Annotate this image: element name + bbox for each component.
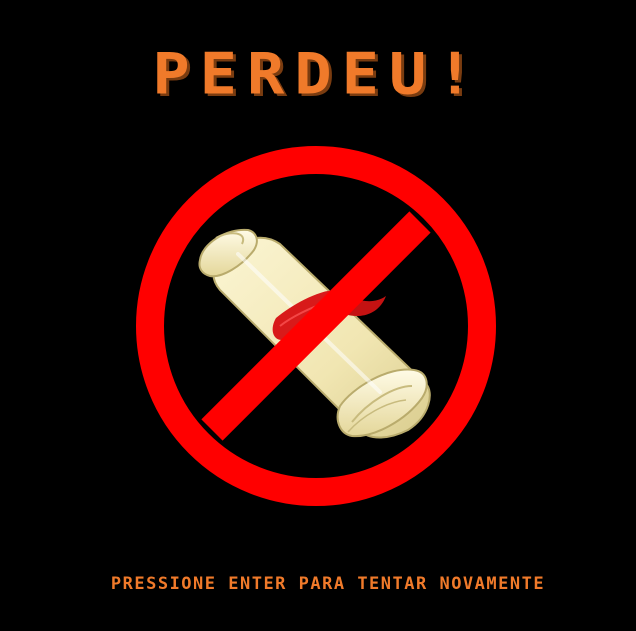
retry-prompt: PRESSIONE ENTER PARA TENTAR NOVAMENTE [110, 574, 546, 594]
prohibited-scroll-icon [136, 146, 496, 506]
game-over-title: PERDEU! [152, 39, 484, 108]
game-over-screen: PERDEU! PRESSIONE ENTER PARA TENTAR NOVA… [0, 0, 636, 631]
no-entry-sign-icon [136, 146, 496, 506]
